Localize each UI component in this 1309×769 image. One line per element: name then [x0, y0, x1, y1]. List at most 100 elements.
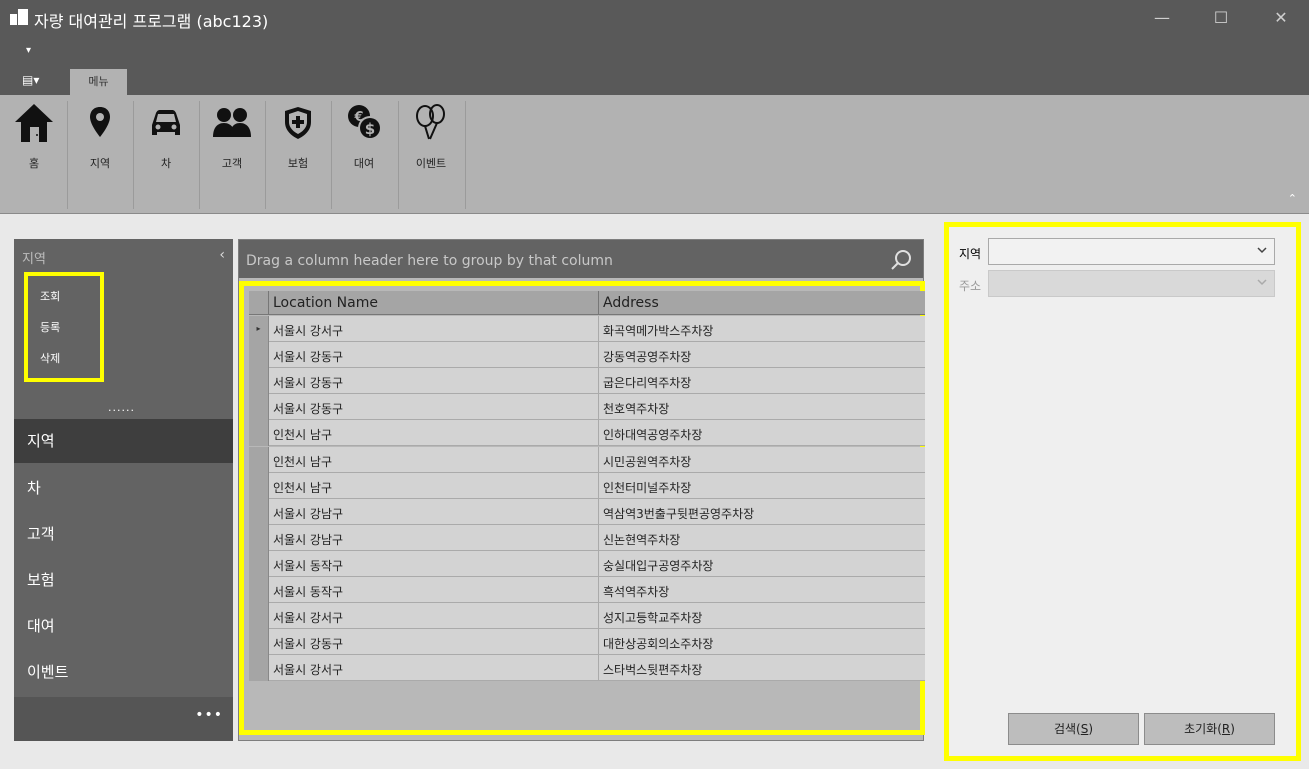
nav-group-event[interactable]: 이벤트 — [14, 650, 233, 694]
cell-address[interactable]: 인하대역공영주차장 — [599, 420, 925, 446]
table-row[interactable]: 서울시 강동구 대한상공회의소주차장 — [249, 629, 925, 656]
nav-item-delete[interactable]: 삭제 — [40, 350, 60, 366]
tab-menu[interactable]: 메뉴 — [70, 69, 127, 95]
row-indicator[interactable] — [249, 472, 269, 499]
table-row[interactable]: 서울시 강남구 신논현역주차장 — [249, 524, 925, 551]
table-row[interactable]: 인천시 남구 시민공원역주차장 — [249, 446, 925, 473]
ribbon-region-button[interactable]: 지역 — [67, 101, 133, 181]
ribbon-rental-button[interactable]: € $ 대여 — [331, 101, 397, 181]
svg-text:$: $ — [365, 120, 375, 138]
row-indicator[interactable] — [249, 368, 269, 395]
ribbon-customer-label: 고객 — [221, 157, 243, 170]
ribbon-customer-button[interactable]: 고객 — [199, 101, 265, 181]
nav-group-car[interactable]: 차 — [14, 466, 233, 510]
cell-address[interactable]: 인천터미널주차장 — [599, 473, 925, 499]
ribbon-tab-row: ▤▾ 메뉴 — [0, 67, 1309, 95]
cell-address[interactable]: 역삼역3번출구뒷편공영주차장 — [599, 499, 925, 525]
cell-location-name[interactable]: 서울시 강서구 — [269, 655, 599, 682]
row-indicator[interactable] — [249, 394, 269, 421]
nav-group-label: 보험 — [27, 571, 55, 589]
maximize-button[interactable]: ☐ — [1208, 6, 1234, 30]
users-icon — [199, 101, 265, 145]
nav-item-register[interactable]: 등록 — [40, 319, 60, 335]
cell-address[interactable]: 천호역주차장 — [599, 394, 925, 420]
cell-address[interactable]: 신논현역주차장 — [599, 525, 925, 551]
cell-location-name[interactable]: 인천시 남구 — [269, 420, 599, 447]
cell-address[interactable]: 굽은다리역주차장 — [599, 368, 925, 394]
nav-group-region[interactable]: 지역 — [14, 419, 233, 463]
table-row[interactable]: 인천시 남구 인하대역공영주차장 — [249, 420, 925, 447]
row-indicator[interactable]: ▸ — [249, 316, 269, 342]
table-row[interactable]: 서울시 동작구 흑석역주차장 — [249, 577, 925, 603]
table-row[interactable]: 서울시 강동구 강동역공영주차장 — [249, 342, 925, 369]
cell-location-name[interactable]: 서울시 동작구 — [269, 577, 599, 603]
quick-access-dropdown-icon[interactable]: ▾ — [26, 45, 31, 56]
cell-location-name[interactable]: 서울시 강남구 — [269, 498, 599, 525]
address-select[interactable] — [988, 270, 1275, 297]
minimize-button[interactable]: — — [1149, 6, 1175, 30]
cell-location-name[interactable]: 서울시 강동구 — [269, 394, 599, 421]
cell-location-name[interactable]: 서울시 강남구 — [269, 524, 599, 551]
table-row[interactable]: 서울시 강남구 역삼역3번출구뒷편공영주차장 — [249, 498, 925, 525]
cell-location-name[interactable]: 서울시 강서구 — [269, 603, 599, 630]
ribbon-region-label: 지역 — [89, 157, 111, 170]
cell-location-name[interactable]: 서울시 강서구 — [269, 316, 599, 342]
group-by-panel[interactable]: Drag a column header here to group by th… — [239, 240, 923, 278]
row-indicator[interactable] — [249, 629, 269, 656]
nav-group-rental[interactable]: 대여 — [14, 604, 233, 648]
cell-address[interactable]: 흑석역주차장 — [599, 577, 925, 603]
table-row[interactable]: 서울시 동작구 숭실대입구공영주차장 — [249, 550, 925, 577]
cell-location-name[interactable]: 인천시 남구 — [269, 472, 599, 499]
search-button[interactable]: 검색(S) — [1008, 713, 1139, 745]
cell-location-name[interactable]: 서울시 강동구 — [269, 629, 599, 656]
ribbon-collapse-icon[interactable]: ⌃ — [1288, 192, 1297, 205]
ribbon-car-button[interactable]: 차 — [133, 101, 199, 181]
cell-address[interactable]: 숭실대입구공영주차장 — [599, 551, 925, 577]
table-row[interactable]: 서울시 강동구 천호역주차장 — [249, 394, 925, 421]
cell-address[interactable]: 성지고등학교주차장 — [599, 603, 925, 629]
cell-location-name[interactable]: 서울시 동작구 — [269, 550, 599, 577]
cell-address[interactable]: 대한상공회의소주차장 — [599, 629, 925, 655]
row-indicator[interactable] — [249, 655, 269, 682]
ribbon-home-button[interactable]: 홈 — [1, 101, 67, 181]
cell-location-name[interactable]: 인천시 남구 — [269, 446, 599, 473]
ribbon-insurance-button[interactable]: 보험 — [265, 101, 331, 181]
search-icon[interactable] — [889, 248, 913, 276]
row-indicator[interactable] — [249, 603, 269, 630]
row-indicator[interactable] — [249, 420, 269, 447]
cell-address[interactable]: 스타벅스뒷편주차장 — [599, 655, 925, 681]
table-row[interactable]: 서울시 강동구 굽은다리역주차장 — [249, 368, 925, 395]
row-indicator[interactable] — [249, 577, 269, 603]
nav-overflow-button[interactable]: ••• — [195, 707, 223, 723]
row-indicator[interactable] — [249, 524, 269, 551]
nav-item-view[interactable]: 조회 — [40, 288, 60, 304]
column-header-location-name[interactable]: Location Name — [269, 291, 599, 315]
ribbon-event-button[interactable]: 이벤트 — [398, 101, 464, 181]
column-header-address[interactable]: Address — [599, 291, 925, 315]
nav-group-label: 차 — [27, 479, 41, 497]
table-row[interactable]: 서울시 강서구 스타벅스뒷편주차장 — [249, 655, 925, 682]
navigation-pane: 지역 ‹ 조회 등록 삭제 ...... 지역 차 고객 보험 대여 이벤트 •… — [14, 239, 233, 741]
ribbon-home-label: 홈 — [28, 157, 40, 170]
row-indicator[interactable] — [249, 446, 269, 473]
table-row[interactable]: ▸ 서울시 강서구 화곡역메가박스주차장 — [249, 316, 925, 342]
app-icon — [10, 9, 28, 27]
cell-location-name[interactable]: 서울시 강동구 — [269, 342, 599, 369]
table-row[interactable]: 서울시 강서구 성지고등학교주차장 — [249, 603, 925, 630]
close-button[interactable]: ✕ — [1268, 6, 1294, 30]
cell-location-name[interactable]: 서울시 강동구 — [269, 368, 599, 395]
reset-button[interactable]: 초기화(R) — [1144, 713, 1275, 745]
cell-address[interactable]: 강동역공영주차장 — [599, 342, 925, 368]
nav-splitter[interactable]: ...... — [108, 401, 135, 414]
row-indicator[interactable] — [249, 342, 269, 369]
cell-address[interactable]: 화곡역메가박스주차장 — [599, 316, 925, 342]
nav-collapse-icon[interactable]: ‹ — [219, 247, 225, 263]
row-indicator[interactable] — [249, 550, 269, 577]
table-row[interactable]: 인천시 남구 인천터미널주차장 — [249, 472, 925, 499]
nav-group-customer[interactable]: 고객 — [14, 512, 233, 556]
row-indicator[interactable] — [249, 498, 269, 525]
nav-group-insurance[interactable]: 보험 — [14, 558, 233, 602]
region-select[interactable] — [988, 238, 1275, 265]
application-menu-button[interactable]: ▤▾ — [22, 73, 50, 91]
cell-address[interactable]: 시민공원역주차장 — [599, 447, 925, 473]
